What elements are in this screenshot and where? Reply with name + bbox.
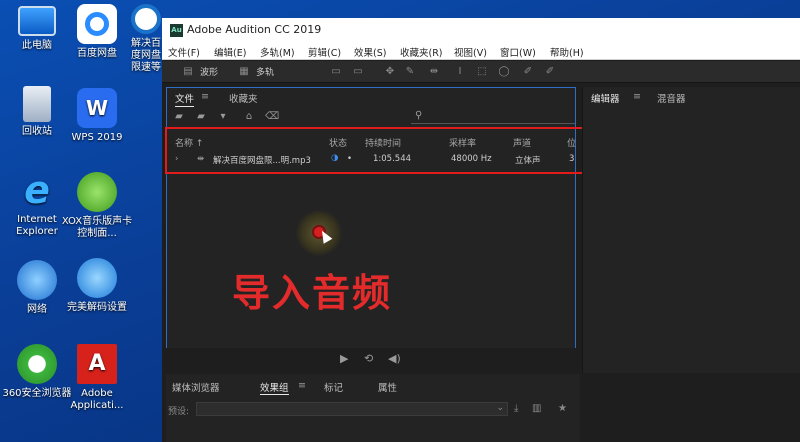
column-status[interactable]: 状态 bbox=[329, 136, 347, 149]
column-duration[interactable]: 持续时间 bbox=[365, 136, 401, 149]
tab-effects-rack[interactable]: 效果组 bbox=[260, 380, 289, 395]
favorite-star-icon[interactable]: ★ bbox=[558, 403, 567, 414]
preset-label: 预设: bbox=[168, 407, 190, 417]
menu-window[interactable]: 窗口(W) bbox=[500, 45, 536, 59]
menu-view[interactable]: 视图(V) bbox=[454, 45, 487, 59]
network-icon bbox=[17, 260, 57, 300]
menu-edit[interactable]: 编辑(E) bbox=[214, 45, 246, 59]
editor-panel: 编辑器 ≡ 混音器 bbox=[582, 87, 800, 373]
waveform-button[interactable]: 波形 bbox=[200, 65, 218, 78]
wps-icon: W bbox=[77, 88, 117, 128]
tab-files[interactable]: 文件 bbox=[175, 91, 195, 107]
menu-bar: 文件(F) 编辑(E) 多轨(M) 剪辑(C) 效果(S) 收藏夹(R) 视图(… bbox=[162, 42, 800, 60]
menu-file[interactable]: 文件(F) bbox=[168, 45, 200, 59]
time-selection-icon[interactable]: I bbox=[454, 66, 466, 78]
loop-icon[interactable]: ⟲ bbox=[364, 352, 373, 365]
file-channels: 立体声 bbox=[515, 156, 541, 166]
file-duration: 1:05.544 bbox=[373, 154, 412, 164]
internet-explorer-icon: e bbox=[24, 168, 50, 212]
tab-editor[interactable]: 编辑器 bbox=[591, 91, 620, 105]
delete-preset-icon[interactable]: ▥ bbox=[532, 403, 541, 414]
play-icon[interactable]: ▶ bbox=[340, 352, 348, 365]
files-transport: ▶ ⟲ ◀) bbox=[166, 348, 576, 370]
recycle-bin-icon bbox=[23, 86, 51, 122]
toolbar: ▤ 波形 ▦ 多轨 ▭ ▭ ✥ ✎ ⇹ I ⬚ ◯ ✐ ✐ bbox=[162, 61, 800, 83]
status-pie-icon: ◑ bbox=[331, 153, 339, 163]
desktop-icon-shortcut[interactable]: 解决百度网盘限速等 bbox=[128, 4, 164, 74]
volume-icon[interactable]: ◀) bbox=[388, 352, 401, 365]
file-name: 解决百度网盘限...明.mp3 bbox=[213, 156, 311, 166]
audio-file-icon: ⇼ bbox=[197, 154, 205, 164]
insert-icon[interactable]: ⌂ bbox=[243, 111, 255, 123]
desktop-icon-adobe[interactable]: A Adobe Applicati... bbox=[60, 344, 134, 412]
waveform-icon: ▤ bbox=[183, 66, 193, 77]
tab-properties[interactable]: 属性 bbox=[378, 380, 397, 394]
desktop-icon-decoder[interactable]: 完美解码设置 bbox=[60, 258, 134, 314]
menu-favorites[interactable]: 收藏夹(R) bbox=[400, 45, 443, 59]
column-bits[interactable]: 位 bbox=[567, 136, 576, 149]
caption-overlay: 导入音频 bbox=[232, 271, 393, 315]
adobe-icon: A bbox=[77, 344, 117, 384]
table-row[interactable]: › ⇼ 解决百度网盘限...明.mp3 ◑ • 1:05.544 48000 H… bbox=[167, 150, 575, 166]
column-channels[interactable]: 声道 bbox=[513, 136, 531, 149]
spot-heal-icon[interactable]: ✐ bbox=[544, 66, 556, 78]
window-title: Adobe Audition CC 2019 bbox=[187, 23, 322, 36]
chevron-down-icon: ⌄ bbox=[496, 403, 504, 413]
tab-editor-menu-icon[interactable]: ≡ bbox=[633, 91, 641, 102]
menu-effects[interactable]: 效果(S) bbox=[354, 45, 386, 59]
menu-multitrack[interactable]: 多轨(M) bbox=[260, 45, 295, 59]
computer-icon bbox=[18, 6, 56, 36]
expand-chevron-icon[interactable]: › bbox=[175, 154, 178, 164]
files-search[interactable]: ⚲ bbox=[411, 110, 575, 124]
browser-shortcut-icon bbox=[131, 4, 161, 34]
file-bits: 3 bbox=[569, 154, 575, 164]
360-browser-icon bbox=[17, 344, 57, 384]
files-panel-tabs: 文件 ≡ 收藏夹 bbox=[167, 88, 575, 108]
new-file-icon[interactable]: ▾ bbox=[217, 111, 229, 123]
multitrack-button[interactable]: 多轨 bbox=[256, 65, 274, 78]
baidu-netdisk-icon bbox=[77, 4, 117, 44]
desktop-icon-xox[interactable]: XOX音乐版声卡控制面... bbox=[60, 172, 134, 240]
desktop-icon-baidu[interactable]: 百度网盘 bbox=[60, 4, 134, 60]
spectral-icon[interactable]: ▭ bbox=[330, 66, 342, 78]
tab-files-menu-icon[interactable]: ≡ bbox=[201, 91, 209, 102]
menu-help[interactable]: 帮助(H) bbox=[550, 45, 584, 59]
column-sample-rate[interactable]: 采样率 bbox=[449, 136, 476, 149]
file-status: • bbox=[347, 154, 353, 164]
search-icon: ⚲ bbox=[415, 110, 423, 121]
save-preset-icon[interactable]: ⤓ bbox=[514, 403, 518, 414]
move-tool-icon[interactable]: ✥ bbox=[384, 66, 396, 78]
effects-panel: 媒体浏览器 效果组 ≡ 标记 属性 预设: ⌄ ⤓ ▥ ★ bbox=[166, 374, 580, 442]
tab-menu-icon[interactable]: ≡ bbox=[298, 380, 306, 391]
multitrack-icon: ▦ bbox=[239, 66, 249, 77]
desktop-icon-wps[interactable]: W WPS 2019 bbox=[60, 88, 134, 144]
tab-favorites[interactable]: 收藏夹 bbox=[229, 91, 258, 105]
import-file-icon[interactable]: ▰ bbox=[195, 111, 207, 123]
audition-app-icon: Au bbox=[170, 24, 183, 37]
open-folder-icon[interactable]: ▰ bbox=[173, 111, 185, 123]
pitch-icon[interactable]: ▭ bbox=[352, 66, 364, 78]
column-name[interactable]: 名称 ↑ bbox=[175, 136, 203, 149]
title-bar: Au Adobe Audition CC 2019 bbox=[162, 18, 800, 42]
tab-mixer[interactable]: 混音器 bbox=[657, 91, 686, 105]
razor-tool-icon[interactable]: ✎ bbox=[404, 66, 416, 78]
tab-markers[interactable]: 标记 bbox=[324, 380, 343, 394]
slip-tool-icon[interactable]: ⇹ bbox=[428, 66, 440, 78]
perfect-decoder-icon bbox=[77, 258, 117, 298]
right-lower-panel bbox=[582, 374, 800, 442]
tab-media-browser[interactable]: 媒体浏览器 bbox=[172, 380, 220, 394]
xox-soundcard-icon bbox=[77, 172, 117, 212]
preset-dropdown[interactable]: ⌄ bbox=[196, 402, 508, 416]
lasso-icon[interactable]: ◯ bbox=[498, 66, 510, 78]
file-sample-rate: 48000 Hz bbox=[451, 154, 492, 164]
close-file-icon[interactable]: ⌫ bbox=[265, 111, 279, 123]
brush-icon[interactable]: ✐ bbox=[522, 66, 534, 78]
files-panel: 文件 ≡ 收藏夹 ▰ ▰ ▾ ⌂ ⌫ ⚲ 名称 ↑ 状态 持续时间 采样率 声道… bbox=[166, 87, 576, 370]
menu-clip[interactable]: 剪辑(C) bbox=[308, 45, 341, 59]
marquee-icon[interactable]: ⬚ bbox=[476, 66, 488, 78]
